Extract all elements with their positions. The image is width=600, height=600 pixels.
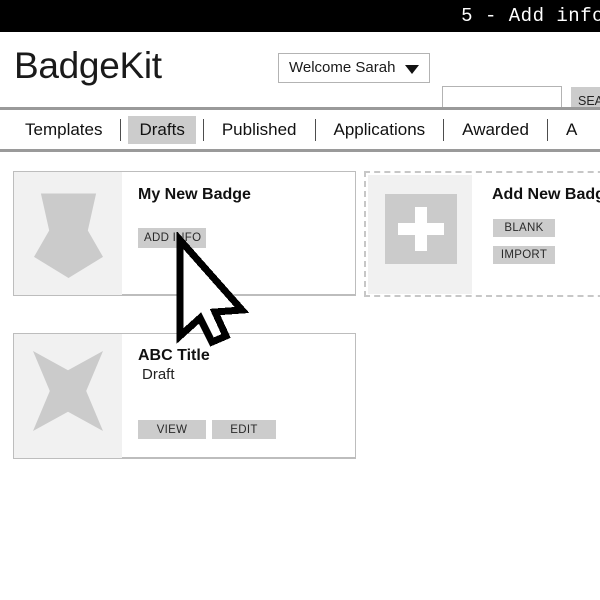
badge-card-title: My New Badge — [138, 186, 251, 203]
nav-separator — [120, 118, 122, 141]
brand-logo[interactable]: BadgeKit — [14, 45, 162, 87]
plus-icon-vertical-bar — [414, 207, 428, 251]
main-navigation: Templates Drafts Published Applications … — [0, 107, 600, 152]
blank-button[interactable]: BLANK — [493, 219, 555, 237]
tab-account[interactable]: A — [555, 116, 588, 144]
badge-card-status: Draft — [142, 366, 175, 383]
nav-separator — [546, 118, 548, 141]
add-badge-thumbnail — [368, 175, 472, 294]
badge-thumbnail — [14, 172, 122, 295]
task-status-text: 5 - Add info — [461, 5, 600, 27]
chevron-down-icon — [405, 65, 419, 74]
badge-card-my-new-badge[interactable]: My New Badge ADD INFO — [13, 171, 356, 296]
badge-card-title: ABC Title — [138, 347, 210, 364]
edit-button[interactable]: EDIT — [212, 420, 276, 439]
tab-published[interactable]: Published — [211, 116, 308, 144]
task-status-bar: 5 - Add info — [0, 0, 600, 32]
nav-separator — [202, 118, 204, 141]
tab-drafts[interactable]: Drafts — [128, 115, 196, 144]
user-menu-dropdown[interactable]: Welcome Sarah — [278, 53, 430, 83]
tab-templates[interactable]: Templates — [14, 116, 113, 144]
nav-separator — [314, 118, 316, 141]
four-point-star-placeholder-icon — [33, 351, 103, 431]
add-new-badge-title: Add New Badge — [492, 186, 600, 203]
add-info-button[interactable]: ADD INFO — [138, 228, 206, 248]
user-menu-label: Welcome Sarah — [289, 59, 396, 76]
badge-thumbnail — [14, 334, 122, 458]
site-header: BadgeKit Welcome Sarah SEARCH — [0, 32, 600, 115]
nav-separator — [443, 118, 445, 141]
badge-card-abc-title[interactable]: ABC Title Draft VIEW EDIT — [13, 333, 356, 459]
tab-applications[interactable]: Applications — [323, 116, 437, 144]
import-button[interactable]: IMPORT — [493, 246, 555, 264]
add-new-badge-card[interactable]: Add New Badge BLANK IMPORT — [364, 171, 600, 297]
nav-tab-list: Templates Drafts Published Applications … — [14, 110, 588, 149]
shield-placeholder-icon — [34, 193, 103, 278]
tab-awarded[interactable]: Awarded — [451, 116, 540, 144]
view-button[interactable]: VIEW — [138, 420, 206, 439]
plus-icon — [385, 194, 457, 264]
